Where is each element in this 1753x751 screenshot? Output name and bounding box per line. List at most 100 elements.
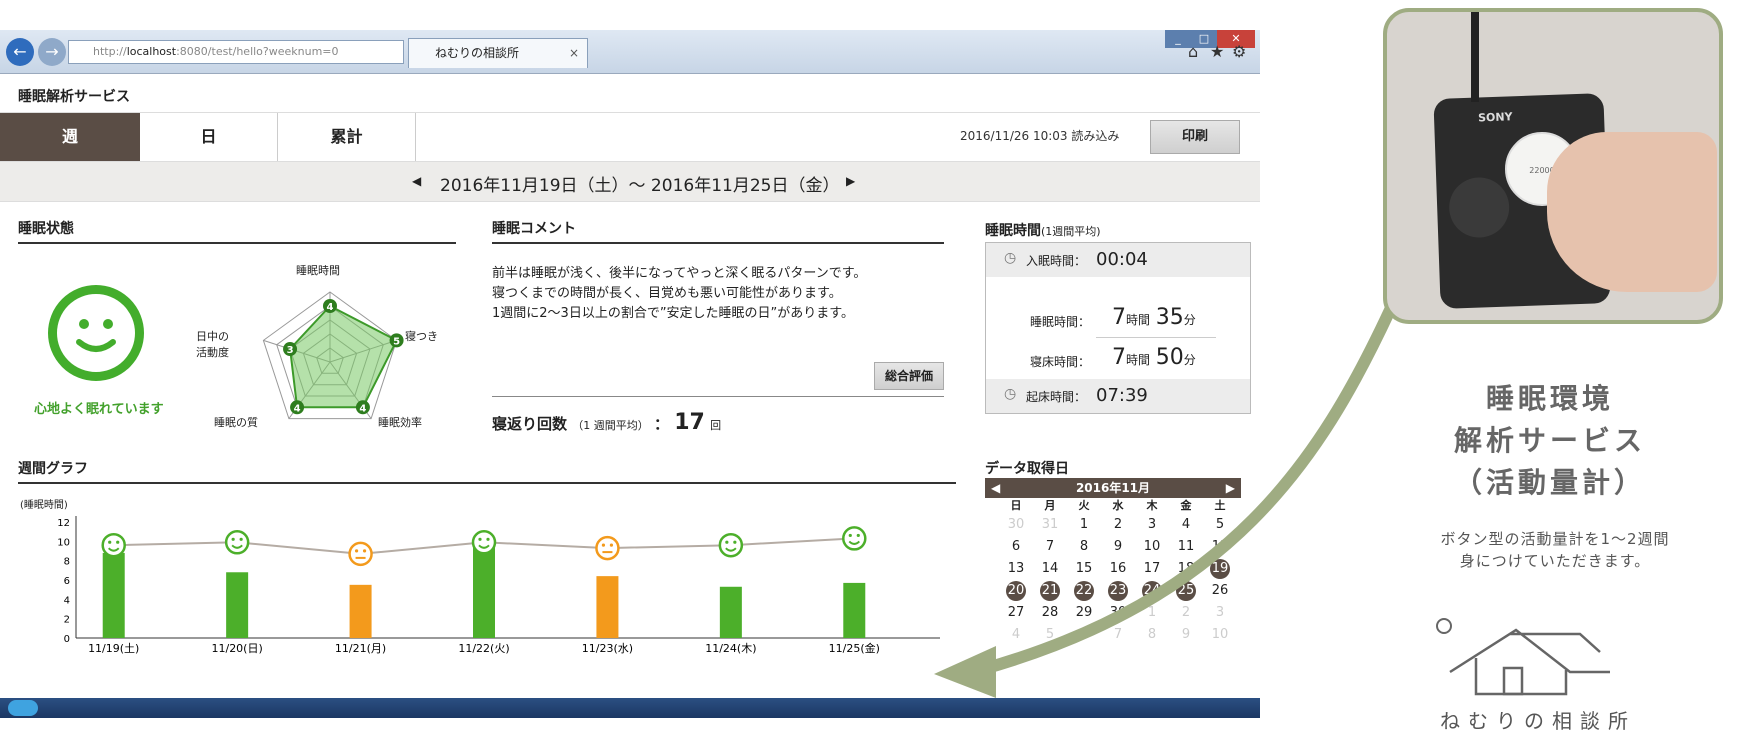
weekly-graph-heading: 週間グラフ [18, 458, 956, 484]
turn-unit: 回 [710, 419, 722, 432]
radar-area [289, 304, 398, 409]
prev-week-icon[interactable]: ◀ [412, 174, 421, 188]
print-button[interactable]: 印刷 [1150, 120, 1240, 154]
turn-label: 寝返り回数 [492, 415, 568, 433]
url-prefix: http:// [93, 45, 127, 58]
mood-eye [848, 533, 852, 538]
next-week-icon[interactable]: ▶ [846, 174, 855, 188]
comment-line: 前半は睡眠が浅く、後半になってやっと深く眠るパターンです。 [492, 266, 867, 281]
mood-face-icon [842, 526, 867, 551]
tab-title: ねむりの相談所 [435, 46, 520, 60]
promo-sub-line: ボタン型の活動量計を1～2週間 [1440, 530, 1670, 548]
mood-eye [108, 540, 112, 544]
sleep-time-heading: 睡眠時間(1週間平均) [985, 220, 1101, 240]
comment-text: 前半は睡眠が浅く、後半になってやっと深く眠るパターンです。 寝つくまでの時間が長… [492, 264, 866, 324]
bar [843, 582, 866, 638]
mood-eye [733, 540, 737, 544]
promo-title-line: （活動量計） [1453, 466, 1646, 499]
star-icon[interactable]: ★ [1210, 42, 1224, 61]
nfc-icon [1448, 176, 1511, 239]
mood-eye [116, 540, 120, 544]
sleep-time-note: (1週間平均) [1041, 225, 1101, 238]
radar-score: 5 [393, 336, 400, 347]
reader-brand: SONY [1477, 110, 1513, 125]
back-icon[interactable]: ← [6, 38, 34, 66]
promo-title-line: 解析サービス [1453, 424, 1646, 457]
y-tick-label: 6 [64, 576, 70, 587]
bar [226, 572, 249, 638]
x-tick-label: 11/19(土) [88, 642, 139, 655]
radar-score: 4 [294, 403, 301, 414]
mood-face-icon [718, 532, 744, 558]
home-icon[interactable]: ⌂ [1188, 42, 1198, 61]
turn-sep: ： [653, 415, 669, 433]
service-title: 睡眠解析サービス [18, 89, 130, 105]
logo-text: ねむりの相談所 [1440, 709, 1636, 733]
divider [492, 396, 944, 397]
mood-eye [354, 549, 359, 553]
bedtime-label: 入眠時間： [1026, 254, 1087, 268]
sleep-time-title: 睡眠時間 [985, 223, 1041, 239]
arrow-shaft [974, 304, 1396, 676]
mood-face-icon [471, 530, 497, 555]
tab-day[interactable]: 日 [140, 113, 278, 161]
radar-label-efficiency: 睡眠効率 [378, 416, 422, 429]
y-tick-label: 4 [64, 595, 70, 606]
tab-cumulative[interactable]: 累計 [278, 113, 416, 161]
house-logo-icon [1436, 618, 1610, 696]
mood-eye [725, 540, 729, 544]
radar-label-activity-2: 活動度 [196, 346, 229, 359]
comment-heading: 睡眠コメント [492, 218, 944, 244]
radar-score: 4 [359, 403, 366, 414]
tab-week[interactable]: 週 [0, 113, 140, 161]
y-tick-label: 8 [64, 557, 70, 568]
mood-face-icon [595, 535, 620, 561]
browser-toolbar: ← → http://localhost:8080/test/hello?wee… [0, 30, 1260, 74]
url-path: :8080/test/hello?weeknum=0 [176, 45, 339, 58]
radar-score: 4 [327, 302, 334, 313]
bar [596, 576, 619, 638]
bedtime-row: ◷ 入眠時間： 00:04 [986, 243, 1250, 277]
promo-sub-line: 身につけていただきます。 [1459, 552, 1651, 570]
gear-icon[interactable]: ⚙ [1232, 42, 1246, 61]
url-host: localhost [126, 45, 177, 58]
taskbar [0, 698, 1260, 718]
y-tick-label: 0 [64, 634, 70, 645]
promo-title: 睡眠環境 解析サービス （活動量計） [1400, 378, 1700, 504]
radar-label-duration: 睡眠時間 [296, 264, 340, 277]
promo-subtitle: ボタン型の活動量計を1～2週間 身につけていただきます。 [1370, 528, 1740, 572]
close-icon[interactable]: × [569, 39, 579, 67]
bar [349, 584, 372, 638]
date-navigator: ◀ 2016年11月19日（土）～ 2016年11月25日（金） ▶ [0, 162, 1260, 202]
cable [1471, 12, 1479, 102]
x-tick-label: 11/20(日) [211, 642, 262, 655]
forward-icon[interactable]: → [38, 38, 66, 66]
comment-line: 寝つくまでの時間が長く、目覚めも悪い可能性があります。 [492, 286, 842, 301]
x-tick-label: 11/23(水) [582, 642, 633, 655]
bar [719, 586, 742, 638]
x-tick-label: 11/25(金) [829, 641, 880, 655]
x-tick-label: 11/21(月) [335, 642, 386, 655]
radar-label-onset: 寝つき [405, 330, 438, 343]
mood-eye [601, 543, 606, 547]
bedtime-value: 00:04 [1096, 249, 1148, 270]
mood-face-icon [348, 541, 373, 567]
turn-value: 17 [674, 410, 705, 435]
turn-note: （1 週間平均） [572, 419, 649, 432]
tab-bar: 週 日 累計 2016/11/26 10:03 読み込み 印刷 [0, 112, 1260, 162]
turn-count: 寝返り回数 （1 週間平均） ： 17 回 [492, 410, 721, 435]
weekly-chart: 0 2 4 6 8 10 12 11/19(土) 11/20(日) 11/21(月) 11/22(火… [57, 516, 940, 655]
date-range: 2016年11月19日（土）～ 2016年11月25日（金） [440, 176, 840, 196]
smile-face-icon [48, 285, 144, 381]
address-bar[interactable]: http://localhost:8080/test/hello?weeknum… [68, 40, 404, 64]
y-tick-label: 2 [64, 615, 70, 626]
bar [473, 547, 495, 638]
browser-tab[interactable]: ねむりの相談所 × [408, 38, 588, 68]
tab-day-label: 日 [200, 127, 217, 146]
mood-eye [486, 537, 490, 541]
mood-eye [856, 533, 860, 538]
hand [1547, 132, 1717, 292]
comment-line: 1週間に2～3日以上の割合で”安定した睡眠の日”があります。 [492, 306, 854, 321]
start-icon[interactable] [8, 700, 38, 716]
tab-cumulative-label: 累計 [330, 127, 363, 146]
